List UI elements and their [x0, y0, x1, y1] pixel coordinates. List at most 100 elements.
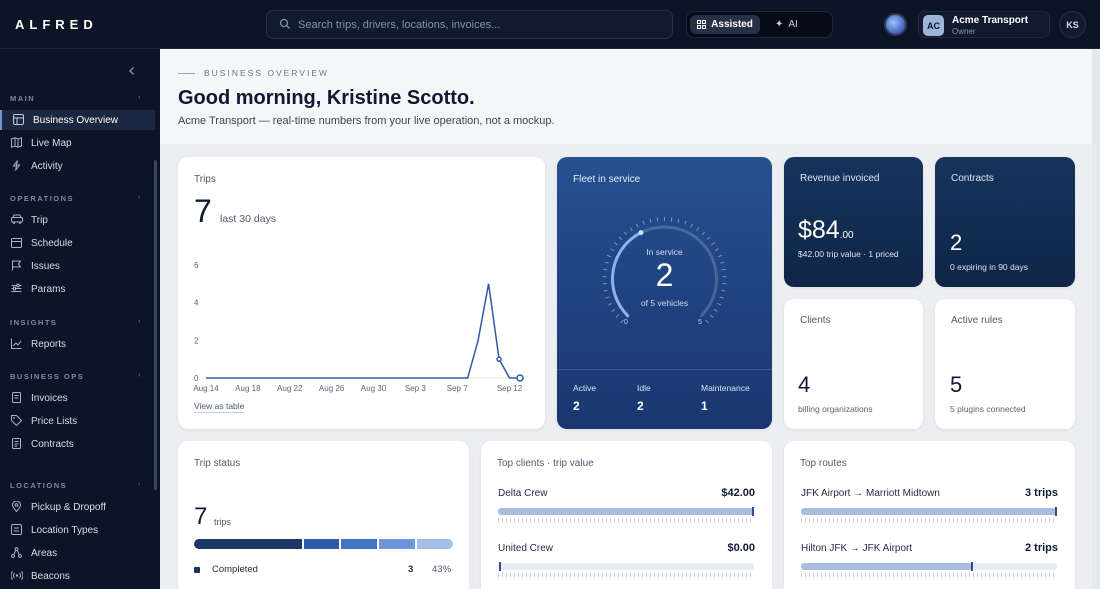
- sidebar-item-invoices[interactable]: Invoices: [0, 388, 155, 408]
- status-completed-count: 3: [408, 564, 414, 575]
- flag-icon: [12, 260, 22, 271]
- trips-count: 7: [194, 193, 212, 229]
- route-bar-fill: [801, 508, 1057, 515]
- revenue-dollars: $84: [798, 216, 840, 244]
- route-bar-fill: [801, 563, 973, 570]
- section-business-ops[interactable]: BUSINESS OPS ›: [10, 372, 140, 381]
- sidebar-item-pickup-dropoff[interactable]: Pickup & Dropoff: [0, 497, 155, 517]
- main-scrollbar[interactable]: [1092, 49, 1100, 589]
- section-main[interactable]: MAIN ›: [10, 94, 140, 103]
- account-avatar: AC: [923, 15, 944, 36]
- sidebar-item-trip[interactable]: Trip: [0, 210, 155, 230]
- sidebar-item-activity[interactable]: Activity: [0, 156, 155, 176]
- status-completed-pct: 43%: [432, 564, 452, 575]
- route-bar-ticks: [801, 573, 1057, 577]
- sidebar-item-contracts[interactable]: Contracts: [0, 434, 155, 454]
- calendar-icon: [11, 238, 22, 248]
- gauge-value: 2: [655, 257, 674, 293]
- status-segment: [341, 539, 378, 549]
- view-as-table-link[interactable]: View as table: [194, 401, 245, 413]
- mode-assisted-button[interactable]: Assisted: [690, 15, 760, 34]
- revenue-cents: .00: [839, 230, 854, 241]
- data-point: [516, 374, 524, 382]
- gauge-tick: [705, 319, 709, 324]
- stat-active-value: 2: [573, 399, 580, 413]
- page-subtitle: Acme Transport — real-time numbers from …: [178, 115, 555, 127]
- x-tick-label: Aug 22: [277, 384, 303, 393]
- route-bar-marker: [970, 562, 973, 571]
- gauge-tick: [614, 242, 618, 246]
- search-icon: [279, 18, 290, 29]
- beacon-icon: [11, 571, 23, 580]
- gauge-tick: [677, 218, 680, 223]
- gauge-tick: [618, 236, 623, 240]
- sidebar-item-reports[interactable]: Reports: [0, 334, 155, 354]
- mode-ai-button[interactable]: ✦ AI: [775, 15, 825, 34]
- sidebar: MAIN › Business Overview Live Map Activit…: [0, 49, 160, 589]
- client-bar-ticks: [498, 518, 754, 522]
- rules-card: Active rules 5 5 plugins connected: [935, 299, 1075, 429]
- trip-status-total: 7: [194, 503, 208, 530]
- stat-maintenance-value: 1: [701, 399, 708, 413]
- page-title: Good morning, Kristine Scotto.: [178, 87, 475, 109]
- sidebar-item-price-lists[interactable]: Price Lists: [0, 411, 155, 431]
- gauge-tick: [623, 231, 628, 236]
- route-bar: [801, 562, 1057, 571]
- x-tick-label: Aug 26: [319, 384, 345, 393]
- client-bar-fill: [498, 508, 754, 515]
- sidebar-item-label: Live Map: [31, 138, 72, 149]
- gauge-label: In service: [646, 247, 683, 257]
- gauge-min: 0: [624, 319, 628, 326]
- clients-note: billing organizations: [798, 404, 873, 414]
- trip-status-bar: [194, 539, 454, 549]
- sidebar-item-beacons[interactable]: Beacons: [0, 566, 155, 586]
- user-avatar[interactable]: KS: [1059, 11, 1086, 38]
- sidebar-item-issues[interactable]: Issues: [0, 256, 155, 276]
- map-icon: [11, 137, 22, 148]
- gauge-tick: [635, 223, 639, 228]
- clients-card: Clients 4 billing organizations: [784, 299, 923, 429]
- top-routes-card: Top routes JFK Airport → Marriott Midtow…: [784, 441, 1075, 589]
- status-segment: [417, 539, 454, 549]
- divider: [557, 369, 772, 370]
- x-tick-label: Aug 14: [193, 384, 219, 393]
- gauge-tick: [629, 227, 633, 232]
- top-bar: ALFRED Search trips, drivers, locations,…: [0, 0, 1100, 49]
- globe-icon[interactable]: [884, 13, 907, 36]
- route-name: Hilton JFK → JFK Airport: [801, 543, 913, 554]
- x-tick-label: Aug 30: [361, 384, 387, 393]
- trip-status-card: Trip status 7 trips Completed 3 43%: [178, 441, 469, 589]
- mode-switch: Assisted ✦ AI: [686, 11, 833, 38]
- sidebar-item-location-types[interactable]: Location Types: [0, 520, 155, 540]
- sidebar-scrollbar[interactable]: [154, 160, 157, 490]
- sidebar-item-label: Price Lists: [31, 416, 78, 427]
- section-operations[interactable]: OPERATIONS ›: [10, 194, 140, 203]
- client-bar: [498, 562, 754, 571]
- search-box[interactable]: Search trips, drivers, locations, invoic…: [266, 10, 673, 39]
- sidebar-item-business-overview[interactable]: Business Overview: [0, 110, 155, 130]
- search-input[interactable]: Search trips, drivers, locations, invoic…: [298, 19, 500, 31]
- sidebar-item-areas[interactable]: Areas: [0, 543, 155, 563]
- app-logo[interactable]: ALFRED: [15, 17, 98, 32]
- contracts-value: 2: [950, 230, 963, 255]
- sparkle-icon: ✦: [775, 19, 784, 30]
- collapse-sidebar-icon[interactable]: [127, 66, 137, 76]
- fleet-title: Fleet in service: [573, 174, 641, 185]
- sidebar-item-label: Location Types: [31, 525, 99, 536]
- sliders-icon: [11, 283, 22, 292]
- breadcrumb: BUSINESS OVERVIEW: [178, 68, 329, 78]
- section-locations[interactable]: LOCATIONS ›: [10, 481, 140, 490]
- sidebar-item-label: Reports: [31, 339, 67, 350]
- route-bar-marker: [1055, 507, 1057, 516]
- sidebar-item-schedule[interactable]: Schedule: [0, 233, 155, 253]
- sidebar-item-params[interactable]: Params: [0, 279, 155, 299]
- bolt-icon: [12, 160, 21, 171]
- gauge-tick: [642, 220, 645, 225]
- sidebar-item-label: Pickup & Dropoff: [31, 502, 106, 513]
- route-value: 3 trips: [1024, 487, 1058, 499]
- account-switcher[interactable]: AC Acme Transport Owner: [918, 11, 1050, 38]
- sidebar-item-label: Schedule: [31, 238, 73, 249]
- sidebar-item-live-map[interactable]: Live Map: [0, 133, 155, 153]
- client-value: $42.00: [721, 487, 755, 499]
- section-insights[interactable]: INSIGHTS ›: [10, 318, 140, 327]
